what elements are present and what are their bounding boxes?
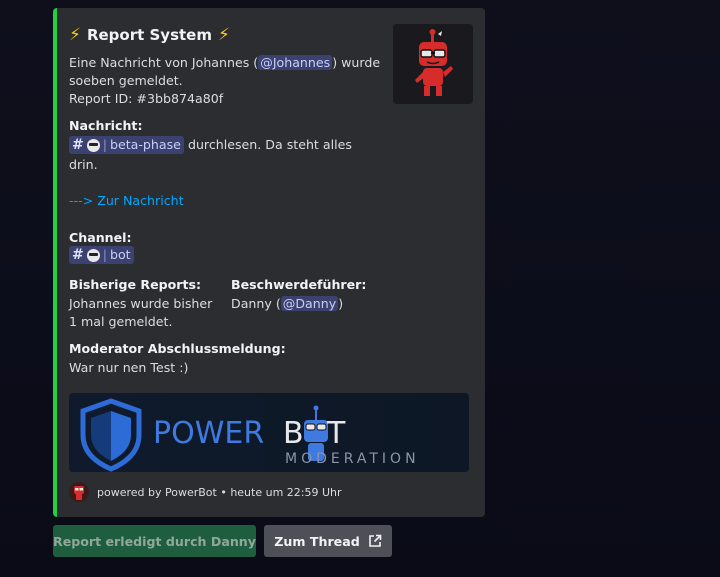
field-reports-line: 1 mal gemeldet. [69,314,173,329]
channel-name: beta-phase [109,137,181,152]
jump-to-message-link[interactable]: ---> Zur Nachricht [69,192,184,210]
desc-text: Eine Nachricht von Johannes ( [69,55,259,70]
embed-title: ⚡ Report System ⚡ [69,25,230,45]
mascot-face-icon [86,248,100,262]
banner-letter-t: T [326,416,346,451]
field-complainant-label: Beschwerdeführer: [231,277,367,292]
robot-avatar-icon [74,486,84,500]
banner-letter-b: B [283,416,304,451]
field-message-value: # | beta-phase durchlesen. Da steht alle… [69,136,352,154]
report-done-label: Report erledigt durch Danny [53,533,256,549]
message-text-line: drin. [69,157,98,172]
open-thread-label: Zum Thread [274,533,360,549]
channel-separator: | [102,247,107,262]
channel-name: bot [109,247,131,262]
field-channel-label: Channel: [69,230,132,245]
embed-description-line: Eine Nachricht von Johannes (@Johannes) … [69,54,380,72]
hash-icon: # [72,137,84,153]
lightning-icon: ⚡ [217,25,230,45]
complainant-text: Danny ( [231,296,281,311]
lightning-icon: ⚡ [69,25,81,45]
message-text: durchlesen. Da steht alles [187,137,352,152]
embed-title-text: Report System [86,26,212,44]
user-mention-danny[interactable]: @Danny [280,296,339,311]
open-thread-button[interactable]: Zum Thread [264,525,392,557]
report-id: Report ID: #3bb874a80f [69,91,224,106]
powerbot-avatar [69,482,89,502]
footer-text: powered by PowerBot • heute um 22:59 Uhr [97,485,342,499]
embed-description-line: soeben gemeldet. [69,73,183,88]
field-reports-label: Bisherige Reports: [69,277,202,292]
channel-separator: | [102,137,107,152]
report-embed: ⚡ Report System ⚡ Eine Nachricht von Joh… [53,8,485,517]
banner-subtitle: MODERATION [285,451,420,467]
channel-mention-beta-phase[interactable]: # | beta-phase [69,136,184,154]
external-link-icon [368,534,382,547]
desc-text: ) wurde [332,55,381,70]
field-message-label: Nachricht: [69,118,143,133]
field-complainant-value: Danny (@Danny) [231,295,343,313]
field-moderator-value: War nur nen Test :) [69,360,189,375]
hash-icon: # [72,247,84,263]
powerbot-banner-image[interactable]: POWER B T MODERATION [69,393,469,472]
channel-mention-bot[interactable]: # | bot [69,246,134,264]
powerbot-logo: POWER B T MODERATION [69,393,469,472]
report-done-button[interactable]: Report erledigt durch Danny [53,525,256,557]
banner-word-power: POWER [153,416,264,451]
field-reports-line: Johannes wurde bisher [69,296,213,311]
field-channel-value: # | bot [69,246,134,264]
complainant-text: ) [338,296,344,311]
embed-footer: powered by PowerBot • heute um 22:59 Uhr [69,482,342,502]
mascot-face-icon [86,138,100,152]
robot-mascot-icon [415,29,453,96]
field-moderator-label: Moderator Abschlussmeldung: [69,341,286,356]
user-mention-johannes[interactable]: @Johannes [258,55,333,70]
robot-thumbnail[interactable] [393,24,473,104]
